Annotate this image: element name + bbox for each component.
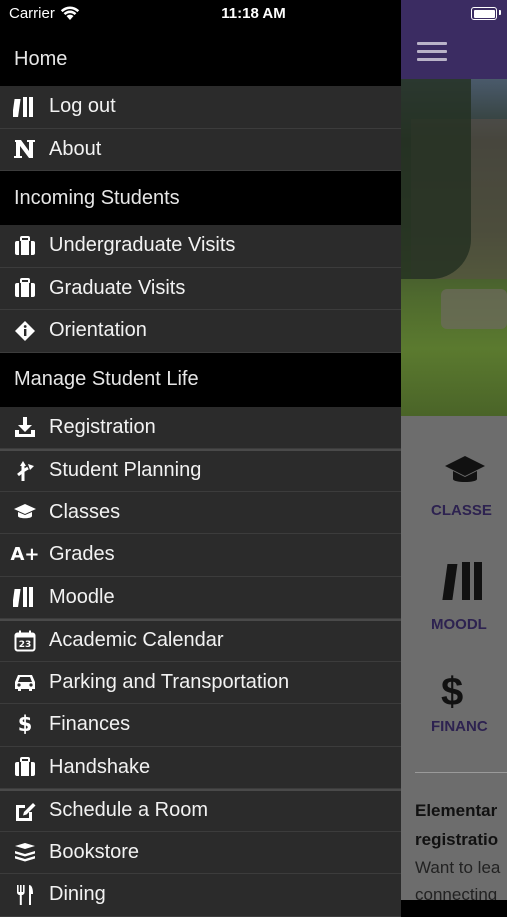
app-content: CLASSE MOODL $ FINANC Elementar registra… xyxy=(401,416,507,900)
divider xyxy=(415,772,507,773)
download-tray-icon xyxy=(13,415,37,439)
dollar-icon: $ xyxy=(441,670,464,714)
menu-item-registration[interactable]: Registration xyxy=(0,406,401,449)
menu-item-finances[interactable]: $ Finances xyxy=(0,704,401,747)
suitcase-icon xyxy=(13,234,37,258)
campus-photo xyxy=(401,79,507,416)
edit-square-icon xyxy=(13,799,37,823)
menu-item-classes[interactable]: Classes xyxy=(0,491,401,534)
classes-tile[interactable]: CLASSE xyxy=(401,454,507,519)
suitcase-icon xyxy=(13,755,37,779)
menu-item-about[interactable]: About xyxy=(0,128,401,171)
a-plus-icon: A+ xyxy=(10,543,40,565)
menu-item-undergraduate-visits[interactable]: Undergraduate Visits xyxy=(0,225,401,268)
menu-item-graduate-visits[interactable]: Graduate Visits xyxy=(0,267,401,310)
section-header-incoming-students[interactable]: Incoming Students xyxy=(0,171,401,225)
menu-item-log-out[interactable]: Log out xyxy=(0,86,401,129)
news-title[interactable]: Elementar registratio xyxy=(415,796,507,854)
calendar-icon: 23 xyxy=(13,629,37,653)
hamburger-menu-button[interactable] xyxy=(417,42,447,62)
menu-item-bookstore[interactable]: Bookstore xyxy=(0,831,401,874)
graduation-cap-icon xyxy=(13,500,37,524)
graduation-cap-icon xyxy=(401,454,507,496)
menu-item-schedule-a-room[interactable]: Schedule a Room xyxy=(0,789,401,832)
utensils-icon xyxy=(13,883,37,907)
section-header-manage-student-life[interactable]: Manage Student Life xyxy=(0,352,401,407)
status-bar: Carrier 11:18 AM xyxy=(0,0,401,30)
section-header-home[interactable]: Home xyxy=(0,32,401,86)
menu-item-academic-calendar[interactable]: 23 Academic Calendar xyxy=(0,619,401,662)
dollar-icon: $ xyxy=(17,712,33,737)
stacked-books-icon xyxy=(13,840,37,864)
info-diamond-icon xyxy=(13,319,37,343)
route-planning-icon xyxy=(13,459,37,483)
moodle-tile[interactable]: MOODL xyxy=(401,560,507,633)
menu-item-dining[interactable]: Dining xyxy=(0,874,401,917)
menu-item-parking-and-transportation[interactable]: Parking and Transportation xyxy=(0,661,401,704)
menu-item-grades[interactable]: A+ Grades xyxy=(0,534,401,577)
navigation-drawer: Home Log out About Incoming Students Und… xyxy=(0,32,401,917)
menu-item-orientation[interactable]: Orientation xyxy=(0,310,401,353)
books-icon xyxy=(13,95,37,119)
books-icon xyxy=(13,585,37,609)
finances-tile[interactable]: $ FINANC xyxy=(401,672,507,735)
car-icon xyxy=(13,670,37,694)
menu-item-student-planning[interactable]: Student Planning xyxy=(0,449,401,492)
background-app: CLASSE MOODL $ FINANC Elementar registra… xyxy=(401,0,507,900)
news-body: Want to lea connecting xyxy=(415,858,501,900)
menu-item-handshake[interactable]: Handshake xyxy=(0,746,401,789)
books-icon xyxy=(401,560,507,610)
menu-item-moodle[interactable]: Moodle xyxy=(0,576,401,619)
n-logo-icon xyxy=(13,137,37,161)
clock: 11:18 AM xyxy=(221,5,286,22)
suitcase-icon xyxy=(13,276,37,300)
